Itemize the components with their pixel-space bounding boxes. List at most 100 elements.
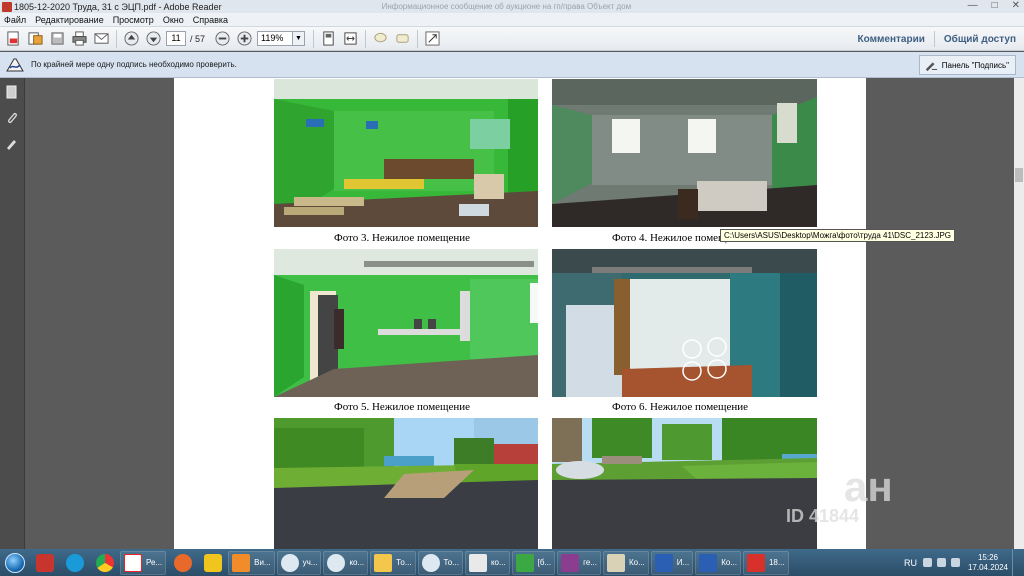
yandex-icon	[124, 553, 142, 572]
taskbar-button-7[interactable]: ко...	[464, 550, 510, 575]
attachments-button[interactable]	[4, 110, 20, 126]
comments-panel-button[interactable]: Комментарии	[858, 34, 925, 45]
zoom-dropdown-button[interactable]: ▼	[293, 31, 306, 46]
fit-width-button[interactable]	[341, 30, 359, 48]
vertical-scrollbar[interactable]	[1014, 78, 1024, 549]
clock[interactable]: 15:26 17.04.2024	[968, 553, 1008, 573]
notification-text: По крайней мере одну подпись необходимо …	[31, 60, 237, 69]
show-desktop-button[interactable]	[1012, 549, 1020, 576]
window-faded-caption: Информационное сообщение об аукционе на …	[381, 2, 632, 11]
photo-3-image	[274, 79, 538, 227]
taskbar-button-6[interactable]: То...	[417, 550, 463, 575]
minimize-button[interactable]: —	[968, 0, 978, 12]
taskbar-button-8[interactable]: [б...	[511, 550, 556, 575]
taskbar-pin-app-2[interactable]	[168, 551, 198, 575]
next-page-button[interactable]	[144, 30, 162, 48]
expand-icon	[424, 31, 440, 46]
fit-page-button[interactable]	[319, 30, 337, 48]
toolbar-separator	[116, 29, 117, 48]
signature-panel-label: Панель "Подпись"	[941, 60, 1009, 70]
taskbar-button-10[interactable]: Ко...	[603, 550, 649, 575]
photo-6-image	[552, 249, 817, 397]
watermark-id: ID 41844	[786, 506, 860, 526]
page-thumbnails-button[interactable]	[4, 84, 20, 100]
taskbar-pin-skype[interactable]	[60, 551, 90, 575]
scrollbar-thumb[interactable]	[1015, 168, 1023, 182]
taskbar-button-3[interactable]: уч...	[276, 550, 322, 575]
language-indicator[interactable]: RU	[904, 558, 917, 568]
signature-notification-bar: По крайней мере одну подпись необходимо …	[0, 52, 1024, 78]
menu-view[interactable]: Просмотр	[113, 15, 154, 25]
comment-button[interactable]	[371, 30, 389, 48]
photo-5-caption: Фото 5. Нежилое помещение	[334, 401, 471, 413]
zoom-out-button[interactable]	[213, 30, 231, 48]
arrow-up-icon	[123, 31, 139, 46]
taskbar-pin-chrome[interactable]	[90, 551, 120, 575]
printer-icon	[71, 31, 87, 46]
file-path-tooltip: C:\Users\ASUS\Desktop\Можга\фото\труда 4…	[720, 229, 956, 242]
taskbar-button-yandex[interactable]: Ре...	[120, 550, 167, 575]
taskbar-button-pdf[interactable]: 18...	[742, 550, 789, 575]
firefox-icon	[174, 553, 193, 572]
previous-page-button[interactable]	[122, 30, 140, 48]
taskbar-button-word-1[interactable]: И...	[650, 550, 694, 575]
archive-icon	[561, 553, 580, 572]
expand-button[interactable]	[423, 30, 441, 48]
fit-width-icon	[343, 32, 357, 45]
envelope-icon	[93, 33, 109, 44]
document-viewport[interactable]: Фото 3. Нежилое помещение Фото 4. Нежило…	[26, 78, 1014, 549]
red-app-icon	[36, 553, 54, 572]
signature-panel-button[interactable]: Панель "Подпись"	[918, 55, 1016, 75]
toolbar-divider	[933, 31, 935, 47]
edit-pdf-icon	[27, 32, 43, 45]
network-icon[interactable]	[936, 558, 946, 567]
person-icon	[607, 553, 625, 572]
save-button[interactable]	[48, 30, 66, 48]
taskbar-button-9[interactable]: ге...	[557, 550, 601, 575]
green-app-icon	[515, 553, 534, 572]
zoom-in-button[interactable]	[235, 30, 253, 48]
taskbar-pin-app-1[interactable]	[30, 551, 60, 575]
highlight-button[interactable]	[393, 30, 411, 48]
title-bar: 1805-12-2020 Труда, 31 с ЭЦП.pdf - Adobe…	[0, 0, 1024, 13]
menu-file[interactable]: Файл	[4, 15, 26, 25]
maximize-button[interactable]: □	[992, 0, 998, 12]
fit-page-icon	[322, 31, 334, 46]
menu-edit[interactable]: Редактирование	[35, 15, 104, 25]
signatures-button[interactable]	[4, 136, 20, 152]
signature-icon	[7, 140, 16, 150]
start-button[interactable]	[0, 549, 30, 576]
menu-window[interactable]: Окно	[163, 15, 184, 25]
menu-help[interactable]: Справка	[193, 15, 228, 25]
page-number-input[interactable]: 11	[166, 31, 186, 46]
volume-icon[interactable]	[950, 558, 960, 567]
tray-arrow-icon[interactable]	[922, 558, 932, 567]
create-pdf-button[interactable]	[4, 30, 22, 48]
folder-icon	[374, 553, 393, 572]
email-button[interactable]	[92, 30, 110, 48]
taskbar-button-2[interactable]: Ви...	[228, 550, 275, 575]
close-button[interactable]: ✕	[1012, 0, 1020, 12]
print-button[interactable]	[70, 30, 88, 48]
photo-6-caption: Фото 6. Нежилое помещение	[612, 401, 749, 413]
page-thumbnails-icon	[6, 85, 17, 99]
watermark-brand: ан	[844, 463, 893, 510]
share-panel-button[interactable]: Общий доступ	[944, 34, 1016, 45]
taskbar-button-5[interactable]: То...	[370, 550, 416, 575]
printer-icon	[468, 553, 487, 572]
zoom-level-input[interactable]: 119%	[257, 31, 294, 46]
chrome-icon	[96, 553, 114, 572]
windows-start-icon	[5, 552, 25, 573]
create-pdf-icon	[6, 31, 19, 46]
minus-icon	[214, 31, 230, 46]
pdf-icon	[746, 553, 765, 572]
arrow-down-icon	[145, 31, 161, 46]
plus-icon	[236, 31, 252, 46]
taskbar-pin-app-3[interactable]	[198, 551, 228, 575]
clock-date: 17.04.2024	[967, 562, 1008, 572]
edit-pdf-button[interactable]	[26, 30, 44, 48]
windows-taskbar: Ре... Ви... уч... ко... То... То... ко..…	[0, 549, 1024, 576]
taskbar-button-4[interactable]: ко...	[323, 550, 369, 575]
toolbar-separator	[417, 29, 419, 48]
taskbar-button-word-2[interactable]: Ко...	[695, 550, 741, 575]
